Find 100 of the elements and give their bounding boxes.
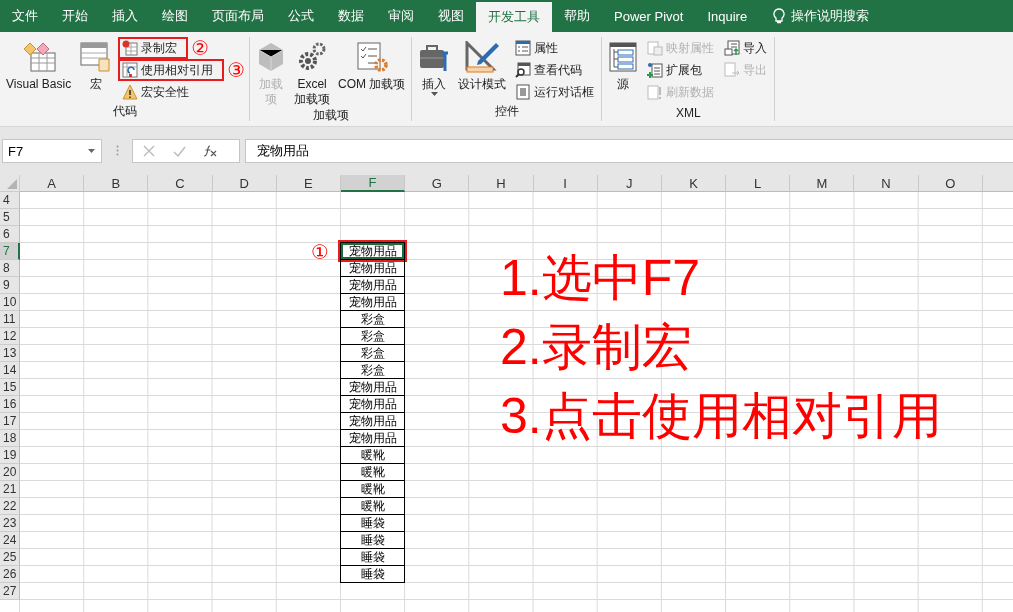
tell-me-search[interactable]: 操作说明搜索 (791, 7, 870, 25)
ribbon-button[interactable]: Visual Basic (4, 37, 74, 92)
relative-reference-icon (122, 62, 139, 78)
table-cell: 暖靴 (339, 480, 406, 498)
column-header[interactable]: E (276, 175, 341, 192)
ribbon-button[interactable]: 录制宏 (119, 38, 188, 58)
row-header[interactable]: 7 (0, 243, 20, 260)
column-header[interactable]: O (918, 175, 983, 192)
row-header[interactable]: 6 (0, 226, 20, 243)
table-cell: 暖靴 (339, 463, 406, 481)
column-header[interactable]: D (212, 175, 277, 192)
instruction-text: 3.点击使用相对引用 (500, 387, 942, 446)
column-header[interactable]: K (661, 175, 727, 192)
column-header[interactable]: I (533, 175, 598, 192)
ribbon-tab[interactable]: 文件 (0, 0, 50, 32)
table-cell: 宠物用品 (339, 259, 406, 277)
row-header[interactable]: 9 (0, 277, 20, 294)
group-label: 控件 (493, 103, 520, 120)
column-header[interactable]: F (340, 175, 406, 192)
table-cell: 彩盒 (339, 310, 406, 328)
ribbon-button[interactable]: 查看代码 (512, 60, 586, 80)
column-header[interactable]: B (84, 175, 149, 192)
ribbon-tab[interactable]: 公式 (276, 0, 326, 32)
row-header[interactable]: 16 (0, 396, 20, 413)
ribbon-tab[interactable]: 数据 (326, 0, 376, 32)
group-label: 加载项 (311, 107, 350, 124)
ribbon-button[interactable]: 属性 (512, 38, 562, 58)
ribbon-button[interactable]: 宏安全性 (119, 82, 193, 102)
column-header[interactable]: C (148, 175, 213, 192)
row-header[interactable]: 26 (0, 566, 20, 583)
ribbon-button[interactable]: 扩展包 (644, 60, 706, 80)
table-cell: 宠物用品 (339, 395, 406, 413)
table-cell: 睡袋 (339, 531, 406, 549)
table-cell: 睡袋 (339, 514, 406, 532)
column-header[interactable]: L (726, 175, 791, 192)
row-header[interactable]: 11 (0, 311, 20, 328)
ribbon-button[interactable]: 插入 (416, 37, 453, 100)
row-header[interactable]: 10 (0, 294, 20, 311)
export-icon (724, 62, 741, 78)
ribbon-button[interactable]: 导入 (721, 38, 771, 58)
row-header[interactable]: 27 (0, 583, 20, 600)
refresh-data-icon (647, 84, 664, 100)
ribbon-tab[interactable]: 视图 (426, 0, 476, 32)
ribbon-tab[interactable]: 页面布局 (200, 0, 276, 32)
ribbon-tab[interactable]: 开发工具 (476, 2, 552, 32)
ribbon-button[interactable]: 源 (606, 37, 641, 92)
row-header[interactable]: 21 (0, 481, 20, 498)
name-box[interactable]: F7 (2, 139, 102, 163)
row-header[interactable]: 17 (0, 413, 20, 430)
ribbon-tab[interactable]: Power Pivot (602, 0, 696, 32)
column-header[interactable]: M (790, 175, 855, 192)
row-header[interactable]: 14 (0, 362, 20, 379)
row-header[interactable]: 13 (0, 345, 20, 362)
row-header[interactable]: 24 (0, 532, 20, 549)
row-header[interactable]: 12 (0, 328, 20, 345)
ribbon-button[interactable]: COM 加载项 (336, 37, 408, 92)
ribbon-tab[interactable]: 开始 (50, 0, 100, 32)
row-header[interactable]: 5 (0, 209, 20, 226)
expansion-pack-icon (647, 62, 664, 78)
column-header[interactable]: H (469, 175, 534, 192)
import-icon (724, 40, 741, 56)
ribbon-button[interactable]: 宏 (77, 37, 116, 92)
row-header[interactable]: 18 (0, 430, 20, 447)
column-header[interactable]: A (20, 175, 85, 192)
group-label: XML (675, 106, 702, 121)
table-cell: 宠物用品 (339, 242, 406, 260)
table-cell: 暖靴 (339, 497, 406, 515)
cancel-icon[interactable] (143, 145, 155, 157)
ribbon-tab[interactable]: 审阅 (376, 0, 426, 32)
column-header[interactable]: G (405, 175, 470, 192)
gears-icon (297, 41, 328, 73)
table-cell: 彩盒 (339, 344, 406, 362)
lightbulb-icon (773, 8, 786, 24)
ribbon-tab[interactable]: 帮助 (552, 0, 602, 32)
ribbon-button[interactable]: 使用相对引用 (119, 60, 224, 80)
row-header[interactable]: 22 (0, 498, 20, 515)
row-header[interactable]: 25 (0, 549, 20, 566)
row-header[interactable]: 19 (0, 447, 20, 464)
row-header[interactable]: 23 (0, 515, 20, 532)
ribbon-tab[interactable]: 绘图 (150, 0, 200, 32)
table-cell: 彩盒 (339, 327, 406, 345)
row-header[interactable]: 8 (0, 260, 20, 277)
select-all-icon[interactable] (7, 179, 17, 189)
ribbon-button[interactable]: 运行对话框 (512, 82, 598, 102)
ribbon-tab[interactable]: Inquire (695, 0, 760, 32)
ribbon-tab[interactable]: 插入 (100, 0, 150, 32)
insert-function-icon[interactable] (204, 145, 218, 157)
instruction-text: 1.选中F7 (500, 249, 702, 308)
ribbon-button[interactable]: Excel 加载项 (292, 37, 333, 107)
step-number: ② (191, 38, 210, 58)
column-header[interactable]: N (854, 175, 919, 192)
table-cell: 宠物用品 (339, 378, 406, 396)
row-header[interactable]: 4 (0, 192, 20, 209)
check-icon[interactable] (173, 145, 186, 157)
row-header[interactable]: 15 (0, 379, 20, 396)
ribbon-button[interactable]: 设计模式 (456, 37, 509, 92)
table-cell: 彩盒 (339, 361, 406, 379)
row-header[interactable]: 20 (0, 464, 20, 481)
column-header[interactable]: J (597, 175, 662, 192)
formula-field[interactable]: 宠物用品 (245, 139, 1013, 163)
